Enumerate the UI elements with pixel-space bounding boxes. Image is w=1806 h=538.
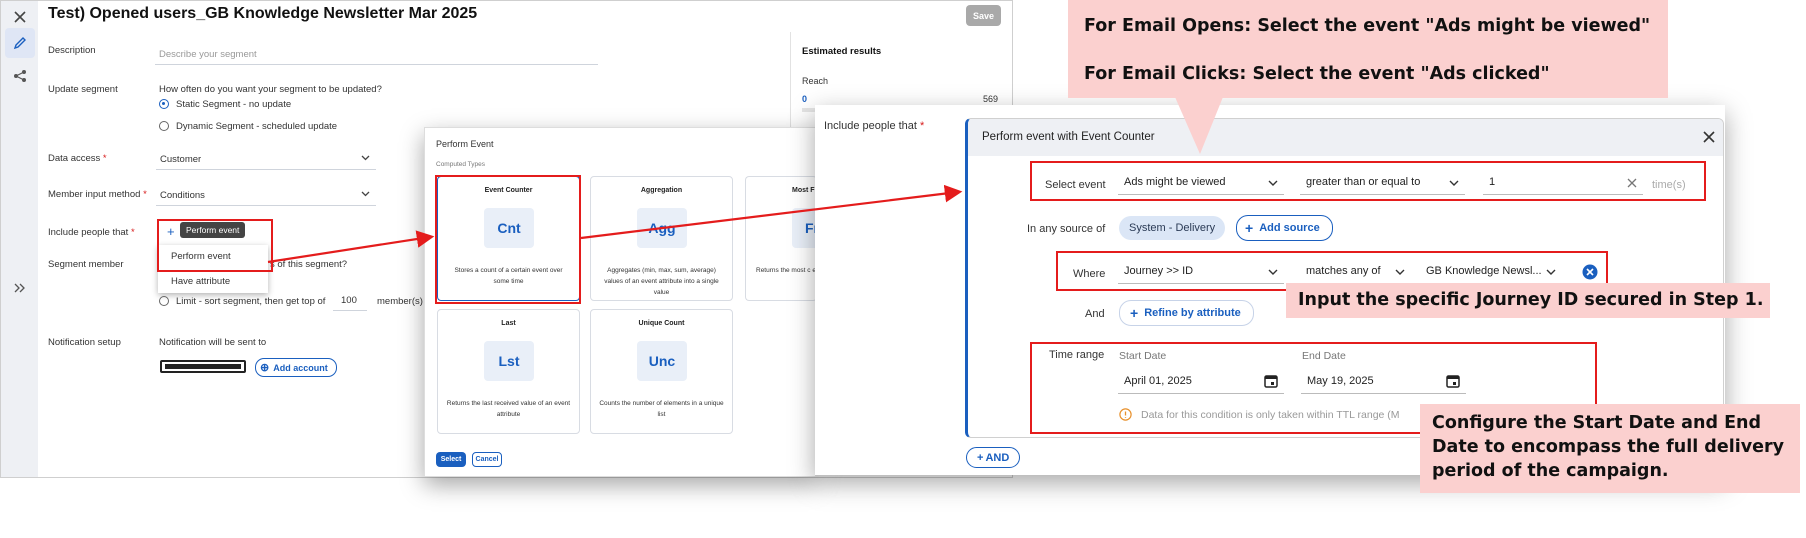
callout-opens-text: For Email Opens: Select the event "Ads m…: [1084, 16, 1651, 36]
callout-pointer: [1175, 97, 1223, 154]
callout-dates-text: Configure the Start Date and End Date to…: [1432, 413, 1785, 481]
arrow-to-detail: [580, 184, 963, 240]
callout-journey-id: Input the specific Journey ID secured in…: [1286, 283, 1770, 318]
callout-date-range: Configure the Start Date and End Date to…: [1420, 404, 1800, 493]
callout-journey-text: Input the specific Journey ID secured in…: [1298, 290, 1764, 310]
callout-event-selection: For Email Opens: Select the event "Ads m…: [1068, 0, 1668, 98]
callout-clicks-text: For Email Clicks: Select the event "Ads …: [1084, 64, 1550, 84]
arrow-to-event-counter: [267, 230, 435, 264]
